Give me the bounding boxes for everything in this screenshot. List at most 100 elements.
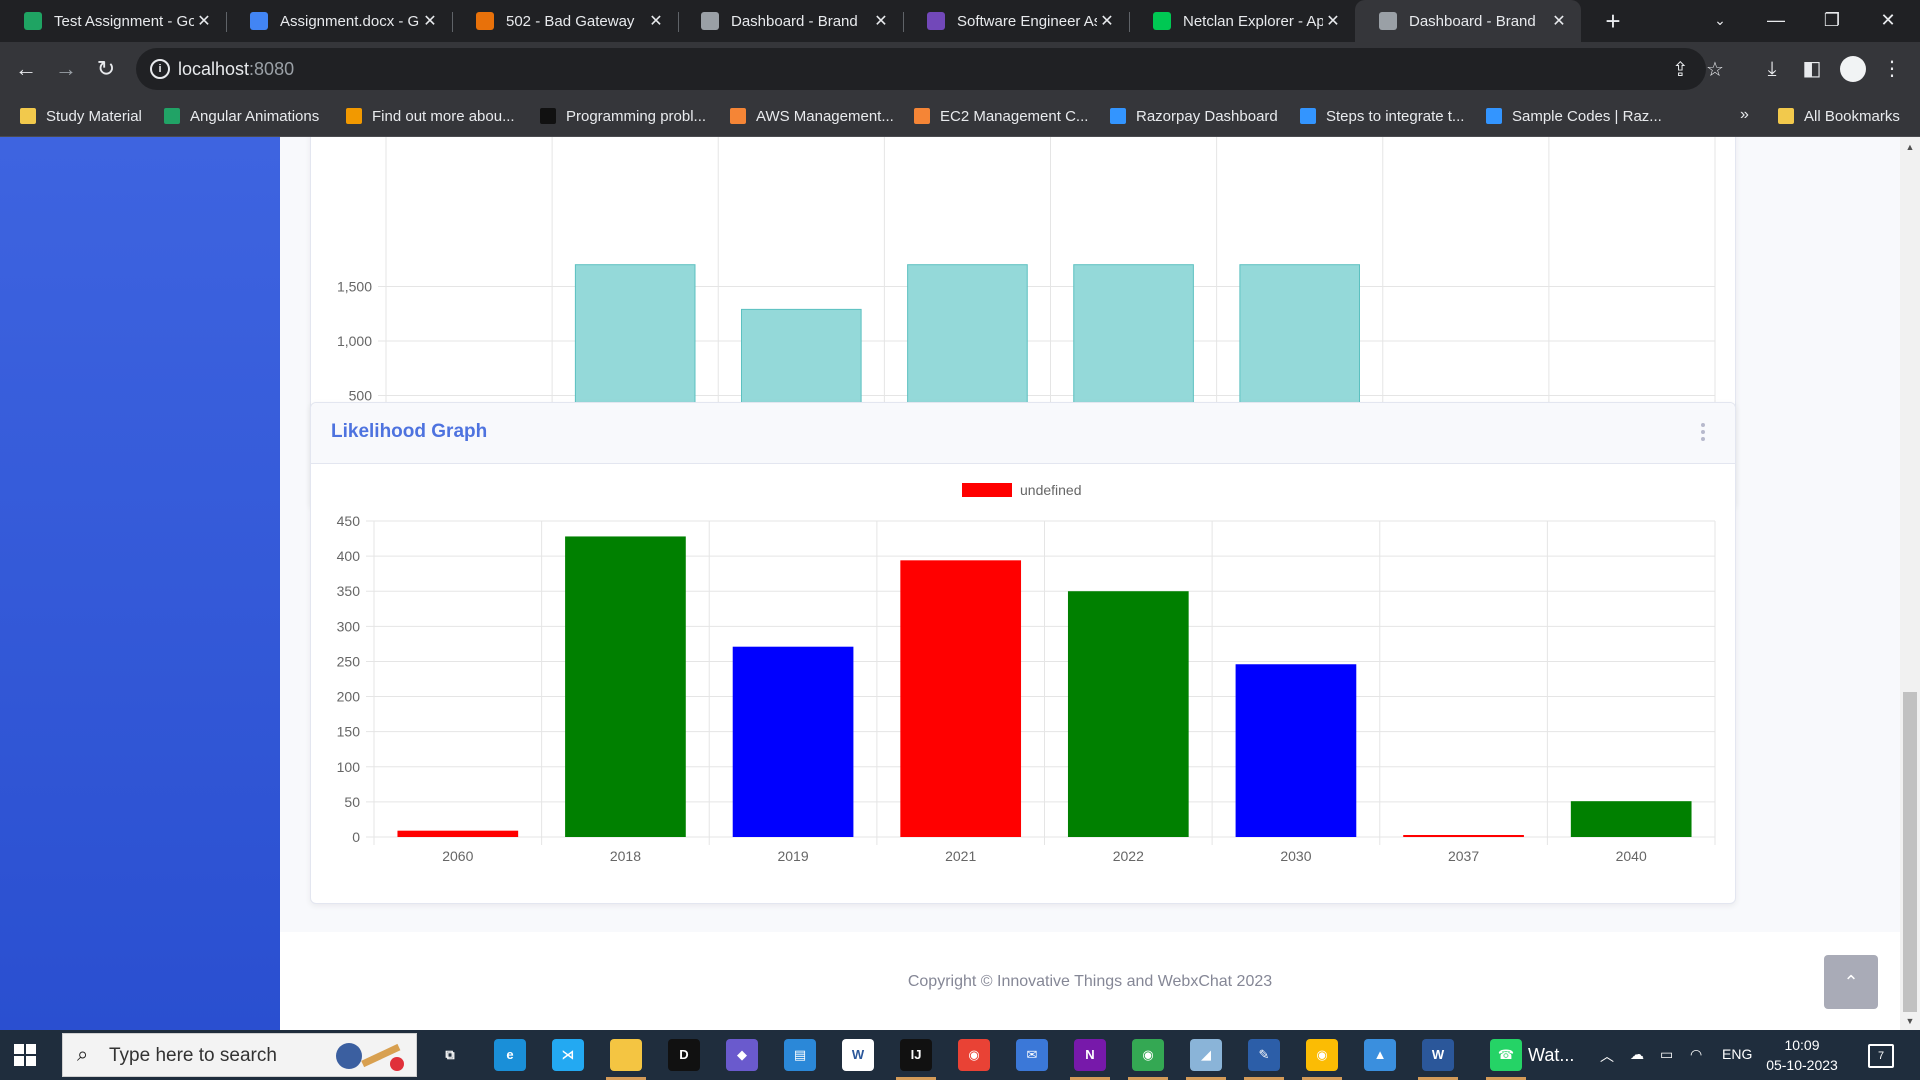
taskbar-search-box[interactable]: ⌕ Type here to search <box>62 1033 417 1077</box>
drive-icon <box>24 12 42 30</box>
bookmarks-overflow-button[interactable]: » <box>1740 106 1749 124</box>
scroll-to-top-button[interactable]: ⌃ <box>1824 955 1878 1009</box>
onedrive-icon[interactable]: ☁ <box>1630 1046 1644 1063</box>
word-icon[interactable]: W <box>1422 1039 1454 1071</box>
y-tick-label: 250 <box>337 653 361 669</box>
x-tick-label: 2018 <box>610 848 641 864</box>
browser-tab[interactable]: Test Assignment - Go ✕ <box>0 0 226 42</box>
razorpay-icon <box>1486 108 1502 124</box>
close-tab-icon[interactable]: ✕ <box>1097 11 1117 31</box>
chart-bar <box>732 646 854 837</box>
close-tab-icon[interactable]: ✕ <box>646 11 666 31</box>
vscode-icon[interactable]: ⋊ <box>552 1039 584 1071</box>
side-panel-icon[interactable]: ◧ <box>1796 53 1828 85</box>
onenote-icon[interactable]: N <box>1074 1039 1106 1071</box>
bookmark-label: EC2 Management C... <box>940 107 1089 125</box>
bookmark-item[interactable]: Find out more abou... <box>346 96 515 136</box>
y-tick-label: 1,500 <box>337 279 372 295</box>
reload-button[interactable]: ↻ <box>90 53 122 85</box>
folder-icon <box>20 108 36 124</box>
globe-icon <box>1379 12 1397 30</box>
chart-bar <box>900 560 1022 837</box>
close-tab-icon[interactable]: ✕ <box>420 11 440 31</box>
language-indicator[interactable]: ENG <box>1722 1046 1752 1062</box>
browser-tab[interactable]: Software Engineer As ✕ <box>903 0 1129 42</box>
y-tick-label: 1,000 <box>337 333 372 349</box>
more-options-icon[interactable] <box>1701 423 1707 444</box>
copilot-icon[interactable]: ◆ <box>726 1039 758 1071</box>
dell-icon[interactable]: D <box>668 1039 700 1071</box>
mail-icon[interactable]: ✉ <box>1016 1039 1048 1071</box>
edge-icon[interactable]: e <box>494 1039 526 1071</box>
url-text[interactable]: localhost:8080 <box>178 59 294 80</box>
y-tick-label: 100 <box>337 759 361 775</box>
windows-start-icon[interactable] <box>14 1044 36 1066</box>
bookmark-item[interactable]: Razorpay Dashboard <box>1110 96 1278 136</box>
forward-button[interactable]: → <box>50 53 82 85</box>
intellij-icon[interactable]: IJ <box>900 1039 932 1071</box>
address-bar[interactable]: i localhost:8080 ⇪ ☆ <box>136 48 1724 90</box>
scrollbar-thumb[interactable] <box>1903 692 1917 1012</box>
scroll-up-arrow[interactable]: ▲ <box>1900 139 1920 155</box>
close-window-button[interactable]: ✕ <box>1860 0 1916 42</box>
bookmark-item[interactable]: Steps to integrate t... <box>1300 96 1464 136</box>
close-tab-icon[interactable]: ✕ <box>1549 11 1569 31</box>
card-header: Likelihood Graph <box>311 403 1735 464</box>
minimize-button[interactable]: — <box>1748 0 1804 42</box>
file-explorer-icon[interactable] <box>610 1039 642 1071</box>
bookmark-item[interactable]: Programming probl... <box>540 96 706 136</box>
bookmark-item[interactable]: EC2 Management C... <box>914 96 1088 136</box>
profile-avatar[interactable] <box>1840 56 1866 82</box>
browser-tab[interactable]: Assignment.docx - G ✕ <box>226 0 452 42</box>
chrome-profile-icon[interactable]: ◉ <box>1132 1039 1164 1071</box>
browser-tab[interactable]: 502 - Bad Gateway ✕ <box>452 0 678 42</box>
share-icon[interactable]: ⇪ <box>1672 57 1689 82</box>
whatsapp-icon[interactable]: ☎ <box>1490 1039 1522 1071</box>
card-title: Likelihood Graph <box>331 421 488 442</box>
browser-tab[interactable]: Dashboard - Brand ✕ <box>677 0 903 42</box>
bookmark-item[interactable]: Study Material <box>20 96 142 136</box>
close-tab-icon[interactable]: ✕ <box>194 11 214 31</box>
app-icon[interactable]: ✎ <box>1248 1039 1280 1071</box>
new-tab-button[interactable]: + <box>1598 6 1628 36</box>
photos-icon[interactable]: ▲ <box>1364 1039 1396 1071</box>
system-clock[interactable]: 10:09 05-10-2023 <box>1760 1035 1844 1075</box>
browser-tab[interactable]: Dashboard - Brand ✕ <box>1355 0 1581 42</box>
tab-title: Test Assignment - Go <box>54 12 194 30</box>
back-button[interactable]: ← <box>10 53 42 85</box>
forms-app-icon[interactable]: ▤ <box>784 1039 816 1071</box>
x-tick-label: 2022 <box>1113 848 1144 864</box>
x-tick-label: 2060 <box>442 848 473 864</box>
app-icon[interactable]: ◢ <box>1190 1039 1222 1071</box>
bookmark-item[interactable]: Angular Animations <box>164 96 319 136</box>
restore-button[interactable]: ❐ <box>1804 0 1860 42</box>
razorpay-icon <box>1300 108 1316 124</box>
download-icon[interactable]: ⤓ <box>1756 53 1788 85</box>
site-info-icon[interactable]: i <box>150 59 170 79</box>
tray-chevron-icon[interactable]: ︿ <box>1600 1046 1614 1066</box>
bookmark-item[interactable]: AWS Management... <box>730 96 894 136</box>
tab-title: Assignment.docx - G <box>280 12 420 30</box>
windows-taskbar: ⌕ Type here to search ⧉ e ⋊ D ◆ ▤ W IJ ◉ ✉ N ◉ ◢ ✎ ◉ ▲ W… <box>0 1030 1920 1080</box>
folder-icon <box>1778 108 1794 124</box>
scroll-down-arrow[interactable]: ▼ <box>1900 1013 1920 1029</box>
y-tick-label: 150 <box>337 724 361 740</box>
chrome-icon[interactable]: ◉ <box>958 1039 990 1071</box>
notification-center-icon[interactable]: 7 <box>1868 1044 1894 1068</box>
task-view-icon[interactable]: ⧉ <box>434 1039 466 1071</box>
aws-icon <box>730 108 746 124</box>
chrome-alt-icon[interactable]: ◉ <box>1306 1039 1338 1071</box>
all-bookmarks-folder[interactable]: All Bookmarks <box>1778 96 1900 136</box>
bookmark-star-icon[interactable]: ☆ <box>1706 57 1724 82</box>
bookmark-item[interactable]: Sample Codes | Raz... <box>1486 96 1662 136</box>
tab-title: 502 - Bad Gateway <box>506 12 635 30</box>
close-tab-icon[interactable]: ✕ <box>871 11 891 31</box>
battery-icon[interactable]: ▭ <box>1660 1046 1673 1063</box>
close-tab-icon[interactable]: ✕ <box>1323 11 1343 31</box>
tab-search-icon[interactable]: ⌄ <box>1692 0 1748 42</box>
feather-icon <box>476 12 494 30</box>
app-w-icon[interactable]: W <box>842 1039 874 1071</box>
wifi-icon[interactable]: ◠ <box>1690 1046 1702 1063</box>
browser-menu-icon[interactable]: ⋮ <box>1876 53 1908 85</box>
browser-tab[interactable]: Netclan Explorer - Ap ✕ <box>1129 0 1355 42</box>
